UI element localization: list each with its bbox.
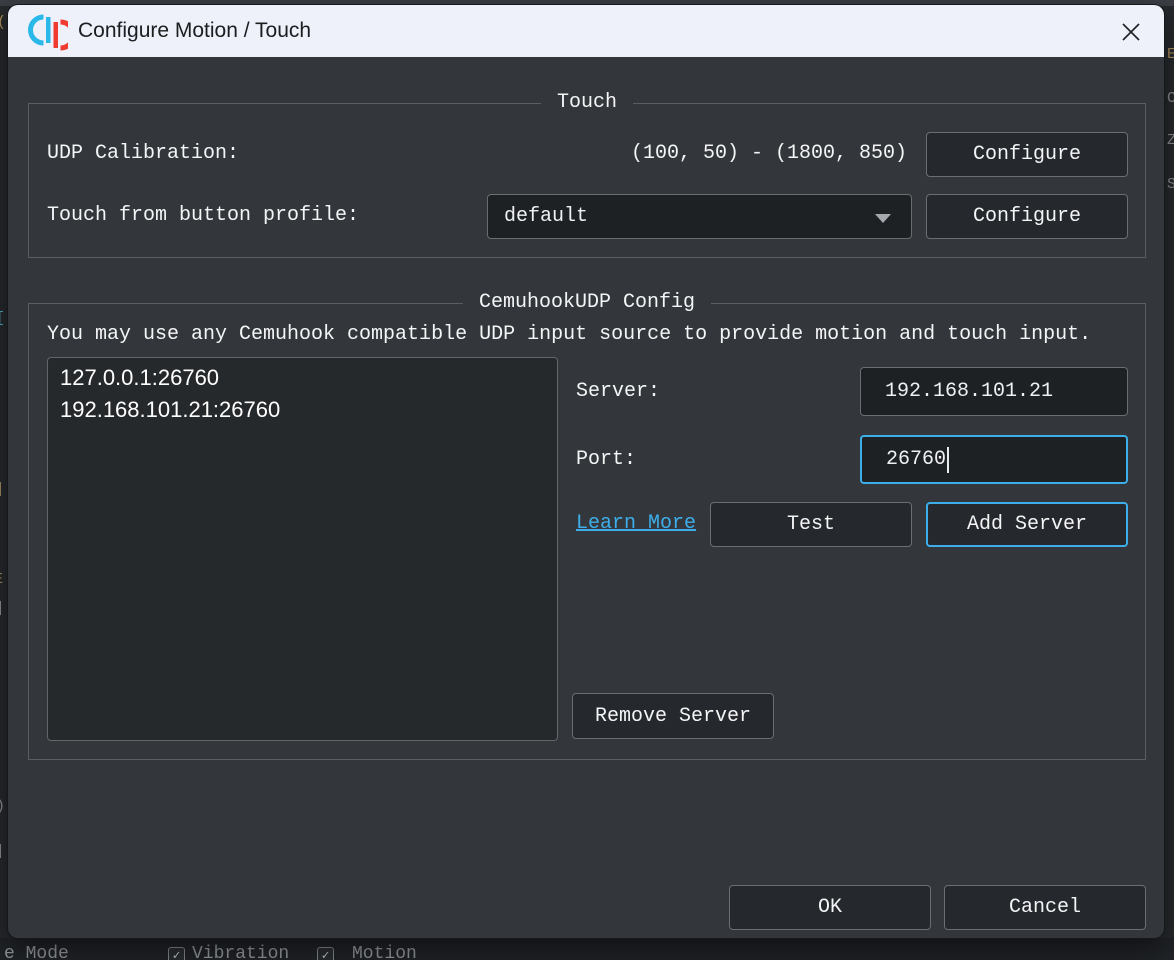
vibration-checkbox[interactable]: ✓ <box>168 947 185 960</box>
server-input[interactable]: 192.168.101.21 <box>860 367 1128 416</box>
cemuhook-group-title: CemuhookUDP Config <box>463 291 711 314</box>
port-label: Port: <box>576 448 636 471</box>
ok-button[interactable]: OK <box>729 885 931 930</box>
port-input-value: 26760 <box>886 448 946 471</box>
left-edge-fragment: ] <box>0 600 4 617</box>
udp-calibration-label: UDP Calibration: <box>47 142 239 165</box>
port-input[interactable]: 26760 <box>860 435 1128 484</box>
close-button[interactable] <box>1116 17 1146 47</box>
left-edge-fragment: E <box>0 571 3 588</box>
right-edge-fragment: Z <box>1167 132 1174 149</box>
desktop-screen: ( [ ] E ] ) ] E C Z S e Mode ✓ Vibration… <box>0 0 1174 960</box>
dialog-body: Touch UDP Calibration: (100, 50) - (1800… <box>8 57 1164 938</box>
background-partial-label: e Mode <box>4 944 69 960</box>
check-icon: ✓ <box>173 948 181 960</box>
learn-more-link[interactable]: Learn More <box>576 512 696 535</box>
udp-calibration-configure-button[interactable]: Configure <box>926 132 1128 177</box>
cemuhook-description: You may use any Cemuhook compatible UDP … <box>47 323 1091 346</box>
touch-profile-configure-button[interactable]: Configure <box>926 194 1128 239</box>
text-cursor <box>947 447 949 473</box>
cancel-button[interactable]: Cancel <box>944 885 1146 930</box>
chevron-down-icon <box>875 214 891 223</box>
right-edge-fragment: E <box>1167 46 1174 63</box>
check-icon: ✓ <box>322 948 330 960</box>
dialog-titlebar: Configure Motion / Touch <box>8 5 1164 57</box>
touch-group-title: Touch <box>541 91 633 114</box>
right-edge-fragment: S <box>1167 176 1174 193</box>
cemuhook-udp-group: CemuhookUDP Config You may use any Cemuh… <box>28 303 1146 760</box>
add-server-button[interactable]: Add Server <box>926 502 1128 547</box>
udp-server-list[interactable]: 127.0.0.1:26760 192.168.101.21:26760 <box>47 357 558 741</box>
app-logo-icon <box>28 11 68 51</box>
server-input-value: 192.168.101.21 <box>885 380 1053 403</box>
configure-motion-touch-dialog: Configure Motion / Touch Touch UDP Calib… <box>8 5 1164 938</box>
left-edge-fragment: ) <box>0 798 5 815</box>
udp-calibration-value: (100, 50) - (1800, 850) <box>631 142 907 165</box>
touch-profile-label: Touch from button profile: <box>47 204 359 227</box>
touch-group: Touch UDP Calibration: (100, 50) - (1800… <box>28 103 1146 258</box>
remove-server-button[interactable]: Remove Server <box>572 693 774 739</box>
test-button[interactable]: Test <box>710 502 912 547</box>
right-edge-fragment: C <box>1167 90 1174 107</box>
server-label: Server: <box>576 380 660 403</box>
dialog-title: Configure Motion / Touch <box>78 19 311 43</box>
left-edge-fragment: ] <box>0 481 4 498</box>
vibration-checkbox-label: Vibration <box>192 944 289 960</box>
left-edge-fragment: [ <box>0 310 5 327</box>
touch-profile-selected-value: default <box>504 205 588 228</box>
left-edge-fragment: ( <box>0 14 6 31</box>
touch-profile-dropdown[interactable]: default <box>487 194 912 239</box>
left-edge-fragment: ] <box>0 843 4 860</box>
motion-checkbox-label: Motion <box>352 944 417 960</box>
server-list-item[interactable]: 192.168.101.21:26760 <box>48 394 557 426</box>
motion-checkbox[interactable]: ✓ <box>317 947 334 960</box>
server-list-item[interactable]: 127.0.0.1:26760 <box>48 362 557 394</box>
close-icon <box>1118 19 1144 45</box>
